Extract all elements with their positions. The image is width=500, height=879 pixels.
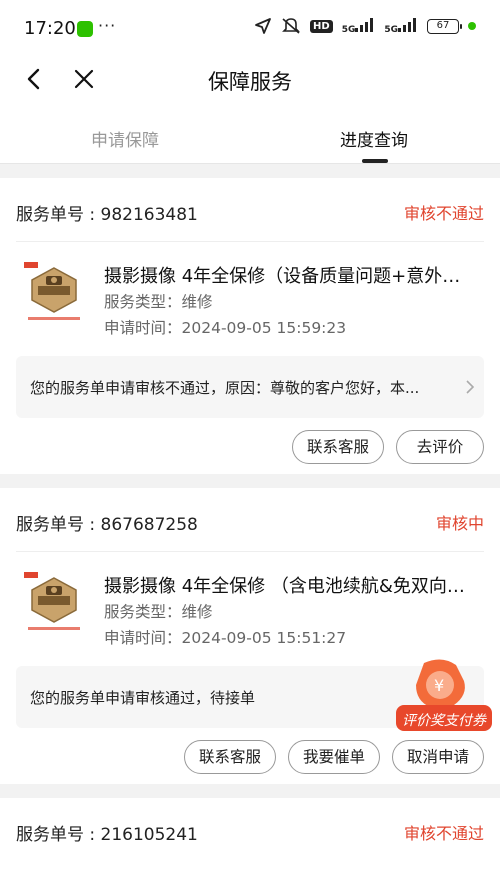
- svg-text:¥: ¥: [434, 676, 444, 695]
- location-icon: [255, 18, 271, 34]
- wechat-icon: [77, 21, 93, 37]
- urge-order-button[interactable]: 我要催单: [288, 740, 380, 774]
- product-thumbnail: [24, 572, 80, 630]
- charging-dot-icon: [468, 22, 476, 30]
- clock: 17:20: [24, 18, 76, 39]
- coupon-label: 评价奖支付券: [402, 713, 486, 729]
- status-bar: 17:20 ··· HD 5G 5G 67: [0, 0, 500, 56]
- service-type: 服务类型：维修: [104, 293, 213, 311]
- tab-bar: 申请保障 进度查询: [0, 104, 500, 164]
- nav-bar: 保障服务: [0, 56, 500, 104]
- service-type: 服务类型：维修: [104, 603, 213, 621]
- hd-icon: HD: [310, 19, 333, 33]
- service-order-card: 服务单号 : 982163481 审核不通过 摄影摄像 4年全保修（设备质量问题…: [0, 178, 500, 474]
- review-coupon-badge[interactable]: ¥ 评价奖支付券: [394, 655, 494, 739]
- status-badge: 审核中: [435, 514, 484, 533]
- notice-text: 您的服务单申请审核不通过，原因：尊敬的客户您好，本...: [30, 379, 420, 397]
- order-number: 服务单号 : 867687258: [16, 515, 198, 535]
- contact-support-button[interactable]: 联系客服: [184, 740, 276, 774]
- signal-icon-2: 5G: [384, 17, 418, 35]
- status-icons: HD 5G 5G 67: [254, 17, 476, 35]
- cancel-application-button[interactable]: 取消申请: [392, 740, 484, 774]
- service-order-card: 服务单号 : 867687258 审核中 摄影摄像 4年全保修 （含电池续航&免…: [0, 488, 500, 784]
- status-badge: 审核不通过: [403, 824, 484, 843]
- more-notifications-icon: ···: [98, 16, 117, 35]
- notice-text: 您的服务单申请审核通过，待接单: [30, 689, 256, 707]
- status-badge: 审核不通过: [403, 204, 484, 223]
- apply-time: 申请时间：2024-09-05 15:59:23: [104, 319, 347, 337]
- product-title: 摄影摄像 4年全保修 （含电池续航&免双向…: [104, 576, 465, 597]
- tab-progress-query[interactable]: 进度查询: [340, 126, 408, 151]
- active-tab-indicator: [362, 159, 388, 163]
- page-title: 保障服务: [208, 70, 292, 94]
- order-number: 服务单号 : 216105241: [16, 825, 198, 845]
- product-thumbnail: [24, 262, 80, 320]
- mute-icon: [282, 18, 300, 34]
- order-number: 服务单号 : 982163481: [16, 205, 198, 225]
- apply-time: 申请时间：2024-09-05 15:51:27: [104, 629, 347, 647]
- chevron-right-icon: [466, 380, 475, 394]
- service-order-card: 服务单号 : 216105241 审核不通过: [0, 798, 500, 879]
- notice-bar[interactable]: 您的服务单申请审核不通过，原因：尊敬的客户您好，本...: [16, 356, 484, 418]
- contact-support-button[interactable]: 联系客服: [292, 430, 384, 464]
- battery-icon: 67: [427, 18, 462, 34]
- card-header: 服务单号 : 216105241 审核不通过: [16, 798, 484, 862]
- product-title: 摄影摄像 4年全保修（设备质量问题+意外…: [104, 266, 461, 287]
- review-button[interactable]: 去评价: [396, 430, 484, 464]
- card-header: 服务单号 : 982163481 审核不通过: [16, 178, 484, 242]
- card-header: 服务单号 : 867687258 审核中: [16, 488, 484, 552]
- tab-apply-protection[interactable]: 申请保障: [91, 126, 159, 151]
- signal-icon: 5G: [342, 17, 376, 35]
